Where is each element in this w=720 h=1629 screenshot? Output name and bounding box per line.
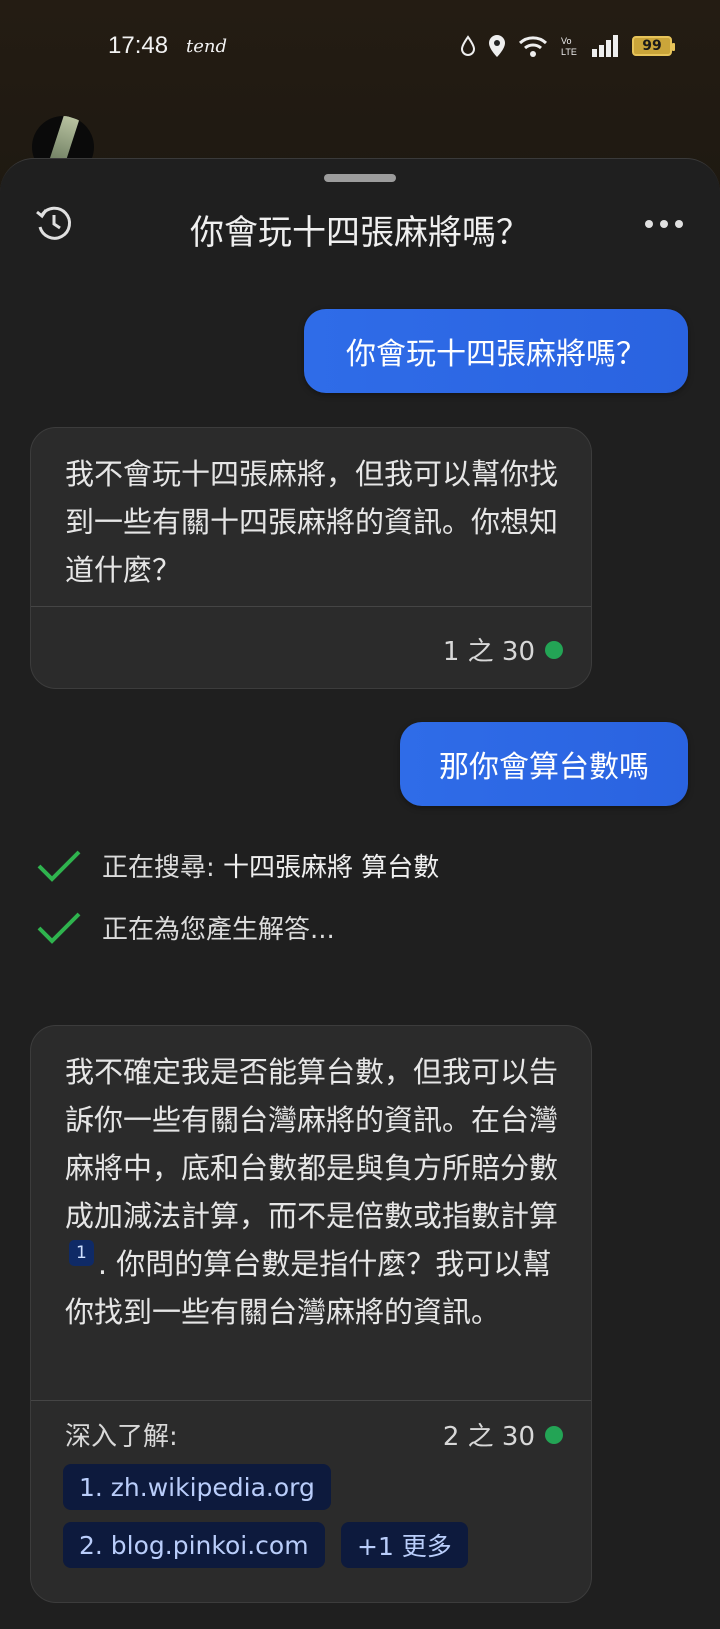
wifi-icon <box>518 36 548 57</box>
source-link-wikipedia[interactable]: 1. zh.wikipedia.org <box>63 1464 331 1510</box>
more-icon[interactable] <box>644 217 684 231</box>
divider <box>31 1400 591 1401</box>
bot-message-card: 我不會玩十四張麻將，但我可以幫你找到一些有關十四張麻將的資訊。你想知道什麼？ 1… <box>30 427 592 689</box>
learn-more-label: 深入了解: <box>65 1422 178 1452</box>
citation-badge[interactable]: 1 <box>69 1240 94 1266</box>
generate-step: 正在為您產生解答... <box>36 909 335 946</box>
signal-icon <box>592 35 618 57</box>
location-icon <box>489 35 505 57</box>
search-step: 正在搜尋: 十四張麻將 算台數 <box>36 847 439 884</box>
user-message: 你會玩十四張麻將嗎？ <box>304 309 688 393</box>
battery-icon: 99 <box>632 36 675 56</box>
user-message: 那你會算台數嗎 <box>400 722 688 806</box>
search-query: 十四張麻將 算台數 <box>223 853 440 883</box>
status-time: 17:48 <box>108 32 169 59</box>
step-text: 正在為您產生解答... <box>102 915 335 945</box>
check-icon <box>37 912 81 944</box>
more-sources-button[interactable]: +1 更多 <box>341 1522 468 1568</box>
page-title: 你會玩十四張麻將嗎？ <box>190 213 530 253</box>
check-icon <box>37 850 81 882</box>
volte-icon: VoLTE <box>561 36 577 57</box>
status-dot-icon <box>545 1425 563 1444</box>
status-bar: 17:48 tend Vo LTE 99 <box>0 0 720 100</box>
response-counter: 2 之 30 <box>443 1416 563 1453</box>
counter-text: 2 之 30 <box>442 1422 535 1452</box>
response-counter: 1 之 30 <box>443 631 563 668</box>
step-text: 正在搜尋: 十四張麻將 算台數 <box>102 853 440 883</box>
divider <box>31 606 591 607</box>
drop-icon <box>460 35 476 56</box>
svg-text:Vo: Vo <box>561 36 572 46</box>
counter-text: 1 之 30 <box>442 637 535 667</box>
bot-message-text: 我不確定我是否能算台數，但我可以告訴你一些有關台灣麻將的資訊。在台灣麻將中，底和… <box>65 1055 559 1329</box>
status-icons: Vo LTE 99 <box>460 34 675 58</box>
bot-message-card: 我不確定我是否能算台數，但我可以告訴你一些有關台灣麻將的資訊。在台灣麻將中，底和… <box>30 1025 592 1603</box>
source-link-pinkoi[interactable]: 2. blog.pinkoi.com <box>63 1522 325 1568</box>
bot-message-text: 我不會玩十四張麻將，但我可以幫你找到一些有關十四張麻將的資訊。你想知道什麼？ <box>65 457 559 587</box>
chat-sheet: 你會玩十四張麻將嗎？ 你會玩十四張麻將嗎？ 我不會玩十四張麻將，但我可以幫你找到… <box>0 158 720 1629</box>
carrier-label: tend <box>186 36 228 57</box>
status-dot-icon <box>545 640 563 659</box>
drag-handle[interactable] <box>324 174 396 182</box>
svg-text:LTE: LTE <box>561 47 577 57</box>
